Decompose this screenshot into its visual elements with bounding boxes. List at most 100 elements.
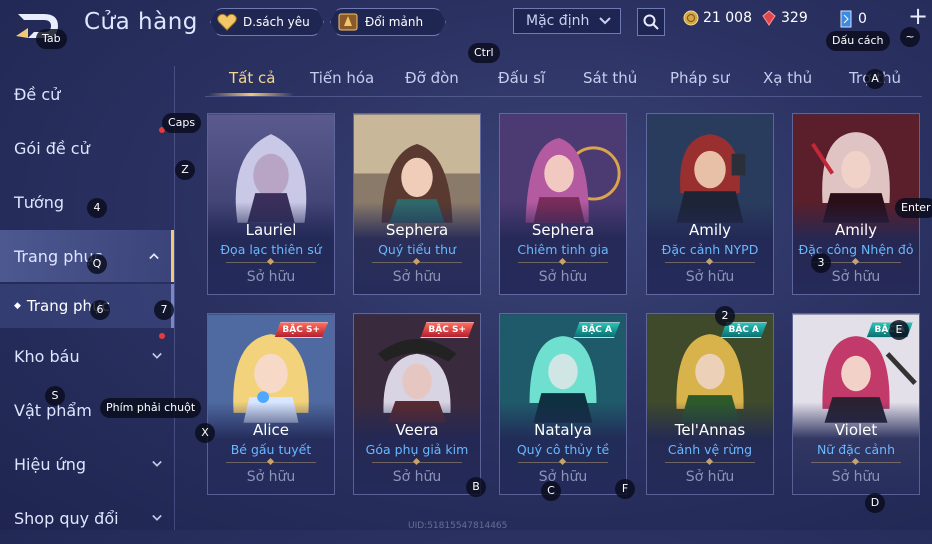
sidebar-item-skins[interactable]: Trang phục	[0, 230, 174, 282]
key-hint-ctrl: Ctrl	[468, 43, 500, 63]
sidebar-item-treasure[interactable]: Kho báu	[0, 330, 174, 382]
chevron-up-icon	[149, 253, 159, 260]
mark-amount: 0	[858, 11, 867, 27]
sidebar-divider	[174, 66, 175, 530]
card-divider	[226, 462, 316, 463]
key-hint-d: D	[865, 493, 885, 513]
tab-mage[interactable]: Pháp sư	[670, 69, 729, 87]
tier-badge: BẬC A	[573, 322, 620, 338]
key-hint-2: 2	[715, 306, 735, 326]
owned-status: Sở hữu	[392, 269, 442, 285]
card-divider	[372, 462, 462, 463]
skin-card[interactable]: Lauriel Đọa lạc thiên sứ Sở hữu	[207, 113, 335, 295]
key-hint-b: B	[466, 477, 486, 497]
skin-card[interactable]: Amily Đặc cảnh NYPD Sở hữu	[646, 113, 774, 295]
exchange-label: Đổi mảnh	[365, 15, 424, 29]
card-divider	[665, 462, 755, 463]
sidebar-item-label: Shop quy đổi	[14, 508, 119, 528]
key-hint-3: 3	[811, 253, 831, 273]
skin-name: Chiêm tinh gia	[517, 242, 609, 257]
owned-status: Sở hữu	[246, 469, 296, 485]
tab-tank[interactable]: Đỡ đòn	[405, 69, 459, 87]
owned-status: Sở hữu	[392, 469, 442, 485]
sidebar-item-exchange-shop[interactable]: Shop quy đổi	[0, 492, 174, 544]
hero-name: Veera	[395, 421, 439, 439]
card-divider	[518, 262, 608, 263]
hero-name: Amily	[834, 221, 878, 239]
tab-fighter[interactable]: Đấu sĩ	[498, 69, 545, 87]
chevron-down-icon	[599, 17, 611, 25]
owned-status: Sở hữu	[246, 269, 296, 285]
card-divider	[811, 462, 901, 463]
sidebar-subitem-skins[interactable]: ◆ Trang phục	[0, 284, 174, 328]
sidebar-item-recommended-packs[interactable]: Gói đề cử	[0, 122, 174, 174]
skin-card[interactable]: BẬC A Tel'Annas Cảnh vệ rừng Sở hữu	[646, 313, 774, 495]
hero-name: Natalya	[534, 421, 592, 439]
owned-status: Sở hữu	[831, 269, 881, 285]
shard-chest-icon	[337, 12, 359, 32]
skin-name: Đặc công Nhện đỏ	[798, 242, 914, 257]
owned-status: Sở hữu	[685, 269, 735, 285]
chevron-down-icon	[152, 352, 162, 359]
skin-name: Nữ đặc cảnh	[816, 442, 896, 457]
hero-name: Tel'Annas	[674, 421, 746, 439]
tab-all[interactable]: Tất cả	[229, 69, 275, 87]
gold-coin-icon	[683, 10, 699, 26]
tier-badge: BẬC S+	[420, 322, 474, 338]
key-hint-tab: Tab	[36, 29, 67, 49]
key-hint-e: E	[889, 320, 909, 340]
ruby-balance: 329	[761, 10, 808, 26]
owned-status: Sở hữu	[538, 469, 588, 485]
chevron-down-icon	[152, 514, 162, 521]
tab-evolution[interactable]: Tiến hóa	[310, 69, 374, 87]
key-hint-4: 4	[87, 198, 107, 218]
card-divider	[518, 462, 608, 463]
key-hint-x: X	[195, 423, 215, 443]
mark-balance: 0	[838, 10, 867, 28]
sidebar-item-heroes[interactable]: Tướng	[0, 176, 174, 228]
sidebar-item-effects[interactable]: Hiệu ứng	[0, 438, 174, 490]
tier-badge: BẬC S+	[274, 322, 328, 338]
key-hint-f: F	[615, 479, 635, 499]
sort-value: Mặc định	[526, 13, 590, 29]
skin-name: Đặc cảnh NYPD	[661, 242, 759, 257]
gold-balance: 21 008	[683, 10, 752, 26]
category-tabs: Tất cả Tiến hóa Đỡ đòn Đấu sĩ Sát thủ Ph…	[205, 66, 922, 97]
skin-name: Quý cô thủy tề	[516, 442, 610, 457]
chevron-down-icon	[152, 460, 162, 467]
tab-marksman[interactable]: Xạ thủ	[763, 69, 812, 87]
sidebar: Đề cử Gói đề cử Tướng Trang phục ◆ Trang…	[0, 66, 174, 530]
sidebar-item-label: Gói đề cử	[14, 138, 90, 158]
search-button[interactable]	[637, 8, 665, 36]
hero-name: Sephera	[385, 221, 449, 239]
wishlist-button[interactable]: D.sách yêu	[210, 8, 324, 36]
mark-token-icon	[840, 10, 852, 28]
skin-name: Góa phụ giả kim	[365, 442, 469, 457]
key-hint-caps: Caps	[162, 113, 202, 133]
skin-card[interactable]: Sephera Chiêm tinh gia Sở hữu	[499, 113, 627, 295]
sort-dropdown[interactable]: Mặc định	[513, 8, 621, 34]
add-currency-icon[interactable]: +	[908, 4, 928, 28]
skin-card[interactable]: BẬC S+ Alice Bé gấu tuyết Sở hữu	[207, 313, 335, 495]
hero-name: Alice	[252, 421, 290, 439]
tab-assassin[interactable]: Sát thủ	[583, 69, 637, 87]
exchange-shards-button[interactable]: Đổi mảnh	[330, 8, 446, 36]
card-divider	[665, 262, 755, 263]
owned-status: Sở hữu	[831, 469, 881, 485]
sidebar-item-label: Tướng	[14, 192, 64, 212]
hero-name: Lauriel	[245, 221, 297, 239]
page-title: Cửa hàng	[84, 9, 198, 35]
key-hint-6: 6	[90, 300, 110, 320]
skin-card[interactable]: BẬC A Violet Nữ đặc cảnh Sở hữu	[792, 313, 920, 495]
key-hint-a: A	[865, 69, 885, 89]
card-divider	[372, 262, 462, 263]
bullet-diamond-icon: ◆	[14, 301, 21, 311]
skin-card[interactable]: BẬC S+ Veera Góa phụ giả kim Sở hữu	[353, 313, 481, 495]
skin-card[interactable]: Sephera Quý tiểu thư Sở hữu	[353, 113, 481, 295]
key-hint-7: 7	[154, 300, 174, 320]
sidebar-item-label: Đề cử	[14, 84, 61, 104]
key-hint-bookmark: Dấu cách	[826, 31, 890, 51]
skin-name: Cảnh vệ rừng	[667, 442, 753, 457]
sidebar-item-recommended[interactable]: Đề cử	[0, 68, 174, 120]
skin-card[interactable]: BẬC A Natalya Quý cô thủy tề Sở hữu	[499, 313, 627, 495]
